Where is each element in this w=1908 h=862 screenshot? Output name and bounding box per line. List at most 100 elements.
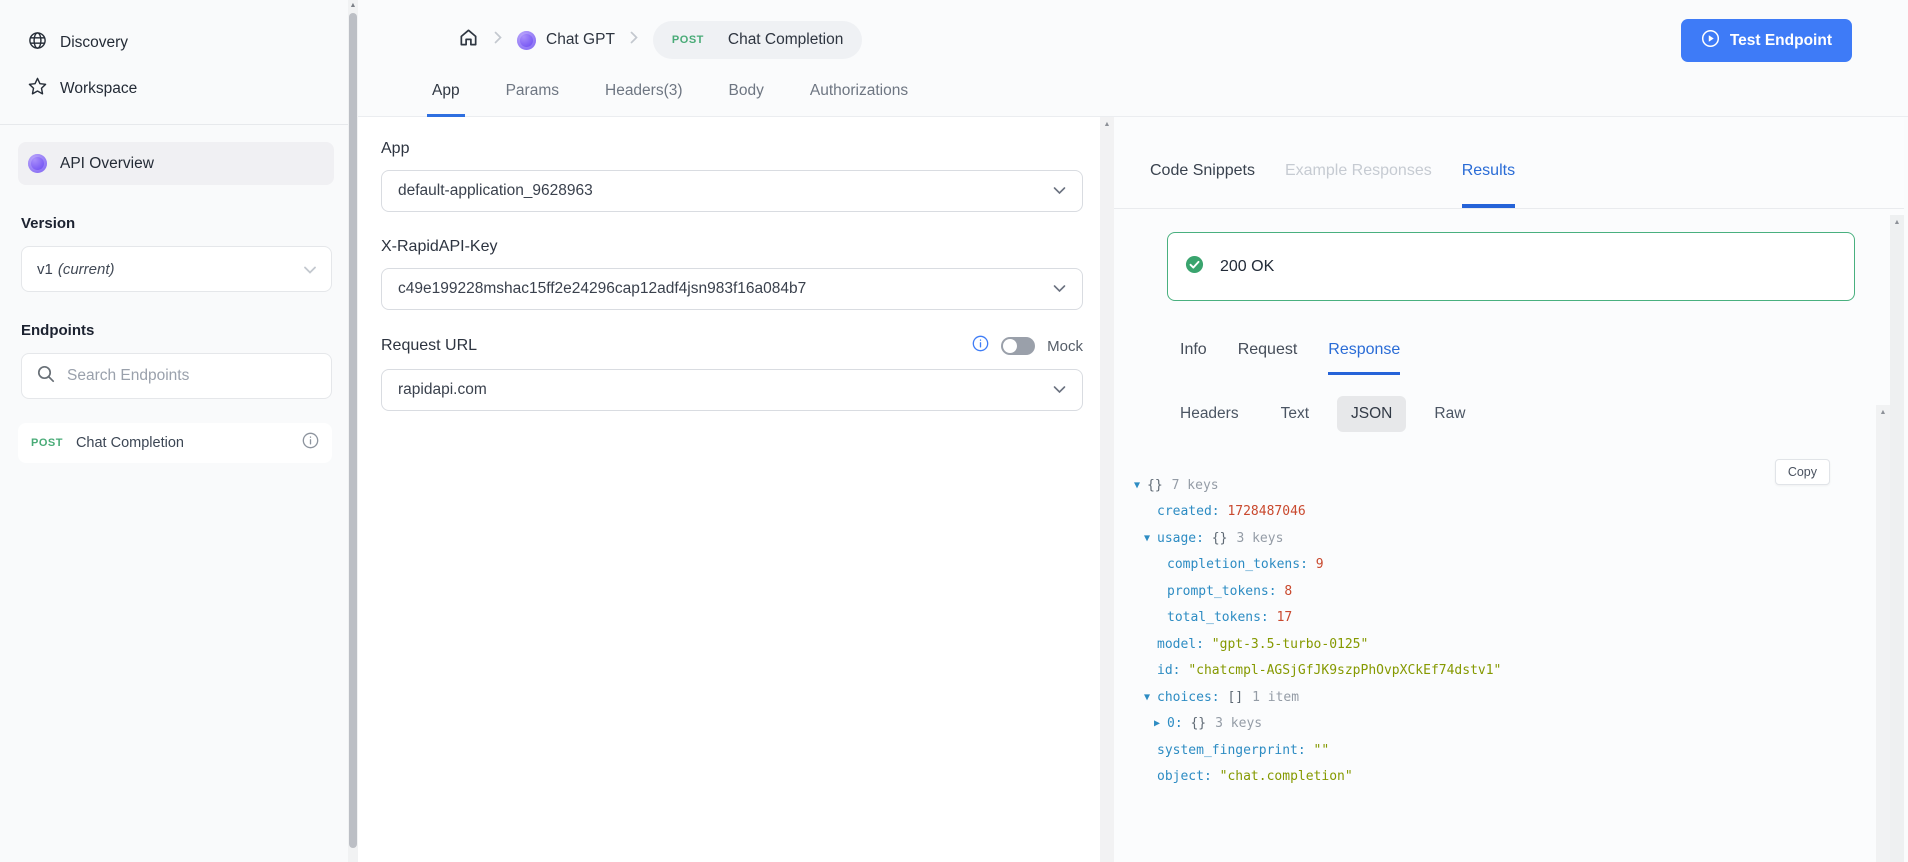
response-sub-tabs: Info Request Response xyxy=(1180,341,1904,375)
mock-toggle[interactable] xyxy=(1001,337,1036,355)
endpoint-name: Chat Completion xyxy=(75,435,184,451)
method-badge: POST xyxy=(671,34,704,46)
expand-arrow-icon[interactable]: ▼ xyxy=(1134,480,1147,491)
tab-response[interactable]: Response xyxy=(1328,341,1401,375)
tab-authorizations[interactable]: Authorizations xyxy=(805,82,913,117)
rapidapi-key-select[interactable]: c49e199228mshac15ff2e24296cap12adf4jsn98… xyxy=(381,268,1083,310)
endpoints-section-label: Endpoints xyxy=(21,322,95,339)
json-tree: Copy ▼{}7 keys created1728487046 ▼usage{… xyxy=(1114,459,1904,790)
expand-arrow-icon[interactable]: ▼ xyxy=(1144,533,1157,544)
view-raw-button[interactable]: Raw xyxy=(1420,396,1479,432)
rapidapi-key-value: c49e199228mshac15ff2e24296cap12adf4jsn98… xyxy=(398,280,807,297)
status-code-text: 200 OK xyxy=(1220,257,1275,275)
request-url-select[interactable]: rapidapi.com xyxy=(381,369,1083,411)
form-panel-scrollbar[interactable]: ▲ xyxy=(1100,117,1114,862)
json-row-id: id"chatcmpl-AGSjGfJK9szpPhOvpXCkEf74dstv… xyxy=(1114,658,1904,685)
breadcrumb-endpoint-pill[interactable]: POST Chat Completion xyxy=(652,21,863,59)
breadcrumb-api[interactable]: Chat GPT xyxy=(517,30,615,50)
collapse-arrow-icon[interactable]: ▶ xyxy=(1154,718,1167,729)
app-select-value: default-application_9628963 xyxy=(398,182,593,199)
version-note: (current) xyxy=(57,260,115,278)
home-icon[interactable] xyxy=(458,27,479,53)
search-endpoints-input[interactable]: Search Endpoints xyxy=(21,353,332,399)
rapidapi-key-field-label: X-RapidAPI-Key xyxy=(381,238,498,255)
api-overview-label: API Overview xyxy=(60,154,154,172)
search-placeholder: Search Endpoints xyxy=(67,367,190,384)
api-logo-icon xyxy=(517,30,536,50)
results-scrollbar-outer[interactable]: ▲ xyxy=(1890,215,1904,862)
tab-code-snippets[interactable]: Code Snippets xyxy=(1150,162,1255,208)
chevron-down-icon xyxy=(304,261,316,278)
json-row-completion-tokens: completion_tokens9 xyxy=(1114,552,1904,579)
json-row-usage: ▼usage{}3 keys xyxy=(1114,525,1904,552)
endpoint-tabs: App Params Headers(3) Body Authorization… xyxy=(427,82,913,117)
json-row-created: created1728487046 xyxy=(1114,499,1904,526)
right-margin xyxy=(1904,117,1908,862)
chevron-right-icon xyxy=(494,31,502,49)
info-icon[interactable] xyxy=(302,432,319,454)
request-url-field-label: Request URL xyxy=(381,337,478,354)
view-headers-button[interactable]: Headers xyxy=(1166,396,1253,432)
sidebar-endpoint-chat-completion[interactable]: POST Chat Completion xyxy=(18,423,332,463)
view-text-button[interactable]: Text xyxy=(1267,396,1323,432)
response-view-buttons: Headers Text JSON Raw xyxy=(1166,396,1904,432)
json-row-system-fingerprint: system_fingerprint"" xyxy=(1114,737,1904,764)
tab-results[interactable]: Results xyxy=(1461,162,1516,208)
mock-label: Mock xyxy=(1047,337,1083,355)
method-badge: POST xyxy=(31,437,63,449)
tab-info[interactable]: Info xyxy=(1180,341,1207,375)
sidebar: Discovery Workspace API Overview Version… xyxy=(0,0,348,862)
test-endpoint-label: Test Endpoint xyxy=(1729,31,1832,49)
breadcrumb: Chat GPT POST Chat Completion xyxy=(458,21,863,59)
version-value: v1 xyxy=(37,260,53,278)
globe-icon xyxy=(28,31,47,55)
sidebar-item-api-overview[interactable]: API Overview xyxy=(18,142,334,185)
tab-app[interactable]: App xyxy=(427,82,465,117)
top-header: Chat GPT POST Chat Completion Test Endpo… xyxy=(358,0,1908,117)
tab-params[interactable]: Params xyxy=(501,82,564,117)
json-row-choice-0: ▶0{}3 keys xyxy=(1114,711,1904,738)
star-icon xyxy=(28,77,47,101)
scroll-up-icon[interactable]: ▲ xyxy=(1890,219,1904,226)
json-row-prompt-tokens: prompt_tokens8 xyxy=(1114,578,1904,605)
tab-example-responses[interactable]: Example Responses xyxy=(1285,162,1432,208)
api-logo-icon xyxy=(28,154,47,173)
app-select[interactable]: default-application_9628963 xyxy=(381,170,1083,212)
success-check-icon xyxy=(1185,255,1204,279)
mock-toggle-area: Mock xyxy=(972,335,1083,357)
tab-request[interactable]: Request xyxy=(1238,341,1298,375)
chevron-down-icon xyxy=(1053,182,1066,200)
scrollbar-thumb[interactable] xyxy=(349,13,357,848)
response-status-banner: 200 OK xyxy=(1167,232,1855,301)
tabs-divider xyxy=(1114,208,1904,209)
sidebar-scrollbar[interactable]: ▲ xyxy=(348,0,358,862)
expand-arrow-icon[interactable]: ▼ xyxy=(1144,692,1157,703)
request-form-panel: App default-application_9628963 X-RapidA… xyxy=(358,117,1100,862)
sidebar-item-discovery[interactable]: Discovery xyxy=(0,20,348,66)
sidebar-item-label: Workspace xyxy=(60,80,138,97)
breadcrumb-api-name: Chat GPT xyxy=(546,31,615,48)
version-section-label: Version xyxy=(21,215,76,232)
tab-body[interactable]: Body xyxy=(724,82,769,117)
scroll-up-icon[interactable]: ▲ xyxy=(348,0,358,12)
chevron-down-icon xyxy=(1053,280,1066,298)
scroll-up-icon[interactable]: ▲ xyxy=(1100,121,1114,128)
chevron-right-icon xyxy=(630,31,638,49)
tab-headers[interactable]: Headers(3) xyxy=(600,82,688,117)
chevron-down-icon xyxy=(1053,381,1066,399)
version-select[interactable]: v1 (current) xyxy=(21,246,332,292)
info-icon[interactable] xyxy=(972,335,989,357)
view-json-button[interactable]: JSON xyxy=(1337,396,1407,432)
sidebar-divider xyxy=(0,124,348,125)
sidebar-item-label: Discovery xyxy=(60,34,129,51)
app-field-label: App xyxy=(381,140,410,157)
content-row: App default-application_9628963 X-RapidA… xyxy=(358,117,1908,862)
sidebar-item-workspace[interactable]: Workspace xyxy=(0,66,348,112)
test-endpoint-button[interactable]: Test Endpoint xyxy=(1680,19,1852,62)
main-area: Chat GPT POST Chat Completion Test Endpo… xyxy=(358,0,1908,862)
play-icon xyxy=(1701,29,1720,53)
copy-button[interactable]: Copy xyxy=(1774,459,1830,485)
results-scrollbar-inner[interactable]: ▲ xyxy=(1876,405,1890,862)
scroll-up-icon[interactable]: ▲ xyxy=(1876,409,1890,416)
search-icon xyxy=(37,365,55,387)
